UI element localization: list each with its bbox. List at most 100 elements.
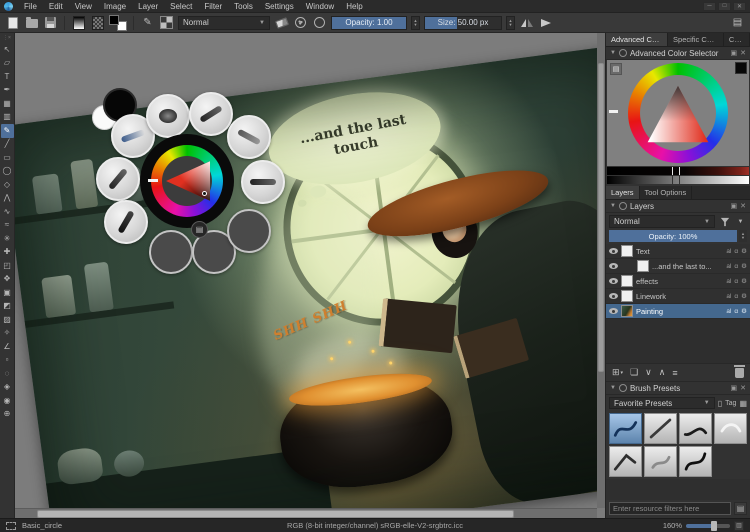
preset-filter-dropdown[interactable]: Favorite Presets ▼ [609,397,715,409]
close-docker-icon[interactable]: ✕ [740,202,746,210]
duplicate-layer-button[interactable]: ❏ [630,367,638,378]
layer-properties-button[interactable]: ≡ [672,368,677,378]
brush-preset-ink-pen[interactable] [679,446,712,477]
popup-brush-empty-slot[interactable] [227,209,271,253]
tool-calligraphy[interactable]: ✒ [1,84,14,98]
menu-window[interactable]: Window [300,1,340,12]
zoom-slider-thumb[interactable] [711,521,717,531]
menu-select[interactable]: Select [164,1,198,12]
tool-rect-select[interactable]: ▫ [1,354,14,368]
brush-preset-ink-brush[interactable] [609,413,642,444]
collapse-arrow-icon[interactable]: ▼ [610,203,616,209]
tool-line[interactable]: ╱ [1,138,14,152]
tool-text[interactable]: T [1,70,14,84]
menu-file[interactable]: File [18,1,43,12]
tool-rectangle[interactable]: ▭ [1,151,14,165]
float-docker-icon[interactable]: ▣ [731,384,738,392]
float-docker-icon[interactable]: ▣ [731,202,738,210]
tool-contiguous-select[interactable]: ◉ [1,394,14,408]
color-history-bar[interactable] [607,167,749,175]
layer-row-2[interactable]: effectsalα⚙ [606,274,750,289]
layer-properties-icon[interactable]: ⚙ [741,307,747,315]
layer-row-0[interactable]: Textalα⚙ [606,244,750,259]
advanced-color-selector[interactable]: ▤ [607,60,749,166]
advanced-color-selector-header[interactable]: ▼ Advanced Color Selector ▣✕ [606,47,750,60]
float-docker-icon[interactable]: ▣ [731,49,738,57]
menu-tools[interactable]: Tools [228,1,259,12]
foreground-background-color[interactable] [109,15,127,31]
inherit-alpha-icon[interactable]: al [726,248,731,255]
tool-polyline[interactable]: ⋀ [1,192,14,206]
move-layer-down-button[interactable]: ∨ [645,367,652,378]
tool-multibrush[interactable]: ✚ [1,246,14,260]
refresh-brush-button[interactable] [312,15,327,30]
layer-row-3[interactable]: Lineworkalα⚙ [606,289,750,304]
minimize-button[interactable]: ─ [703,2,716,11]
tool-assistants[interactable]: ∠ [1,340,14,354]
layer-opacity-slider[interactable]: Opacity: 100% [609,230,737,242]
tool-fill[interactable]: ◩ [1,300,14,314]
opacity-stepper[interactable]: ▲▼ [739,230,747,242]
brush-preset-marker[interactable] [679,413,712,444]
menu-edit[interactable]: Edit [43,1,69,12]
close-docker-icon[interactable]: ✕ [740,49,746,57]
mirror-vertical-button[interactable] [538,15,553,30]
inherit-alpha-icon[interactable]: al [726,308,731,315]
layer-visibility-icon[interactable] [609,293,618,299]
layer-filter-dropdown[interactable]: ▼ [734,215,747,228]
popup-brush-paintbrush[interactable] [189,92,233,136]
brush-preset-pencil[interactable] [644,413,677,444]
canvas-area[interactable]: ...and the last touch SHH SHH [15,33,605,518]
resource-filter-input[interactable] [609,502,731,515]
inherit-alpha-icon[interactable]: al [726,293,731,300]
alpha-lock-icon[interactable]: α [734,308,738,315]
hscroll-thumb[interactable] [37,510,514,518]
tool-color-sampler[interactable]: ✧ [1,327,14,341]
move-layer-up-button[interactable]: ∧ [659,367,666,378]
mirror-horizontal-button[interactable] [519,15,534,30]
menu-view[interactable]: View [69,1,98,12]
tool-bezier-curve[interactable]: ∿ [1,205,14,219]
zoom-slider[interactable] [686,524,730,528]
open-document-button[interactable] [24,15,39,30]
brush-preset-eraser[interactable] [609,446,642,477]
brush-preset-soft-round[interactable] [714,413,747,444]
tag-label[interactable]: Tag [725,400,736,407]
tool-freehand-path[interactable]: ≈ [1,219,14,233]
popup-brush-checkered-pen[interactable] [96,157,140,201]
layer-properties-icon[interactable]: ⚙ [741,247,747,255]
tool-ellipse[interactable]: ◯ [1,165,14,179]
popup-brush-round[interactable] [146,94,190,138]
tab-specific-color[interactable]: Specific Color... [668,33,724,46]
layer-visibility-icon[interactable] [609,248,618,254]
preset-view-icon[interactable]: ▯ [718,399,722,408]
layer-properties-icon[interactable]: ⚙ [741,262,747,270]
tool-move[interactable]: ✥ [1,273,14,287]
toolbox-handle[interactable]: ⋮× [3,35,11,43]
tool-edit-shapes[interactable]: ▱ [1,57,14,71]
menu-filter[interactable]: Filter [198,1,228,12]
tool-transform-shapes[interactable]: ↖ [1,43,14,57]
popup-brush-empty-slot[interactable] [149,230,193,274]
selector-settings-button[interactable]: ▤ [610,63,622,75]
blending-mode-dropdown[interactable]: Normal ▼ [178,16,270,30]
size-spinner[interactable]: ▲▼ [506,16,515,30]
popup-palette-settings-button[interactable]: ▤ [191,221,208,238]
alpha-lock-icon[interactable]: α [734,263,738,270]
tool-pattern-edit[interactable]: ▦ [1,97,14,111]
tool-poly-select[interactable]: ◈ [1,381,14,395]
close-docker-icon[interactable]: ✕ [740,384,746,392]
canvas-only-mode-button[interactable]: ▥ [734,521,744,531]
menu-settings[interactable]: Settings [259,1,300,12]
menu-help[interactable]: Help [340,1,368,12]
layer-visibility-icon[interactable] [609,278,618,284]
horizontal-scrollbar[interactable] [15,508,597,518]
choose-brush-preset-button[interactable] [159,15,174,30]
inherit-alpha-icon[interactable]: al [726,263,731,270]
menu-layer[interactable]: Layer [132,1,164,12]
resource-filter-button[interactable]: ▤ [734,502,747,515]
popup-brush-airbrush[interactable] [227,115,271,159]
layer-properties-icon[interactable]: ⚙ [741,277,747,285]
layer-row-4[interactable]: Paintingalα⚙ [606,304,750,319]
size-slider[interactable]: Size: 50.00 px [424,16,502,30]
